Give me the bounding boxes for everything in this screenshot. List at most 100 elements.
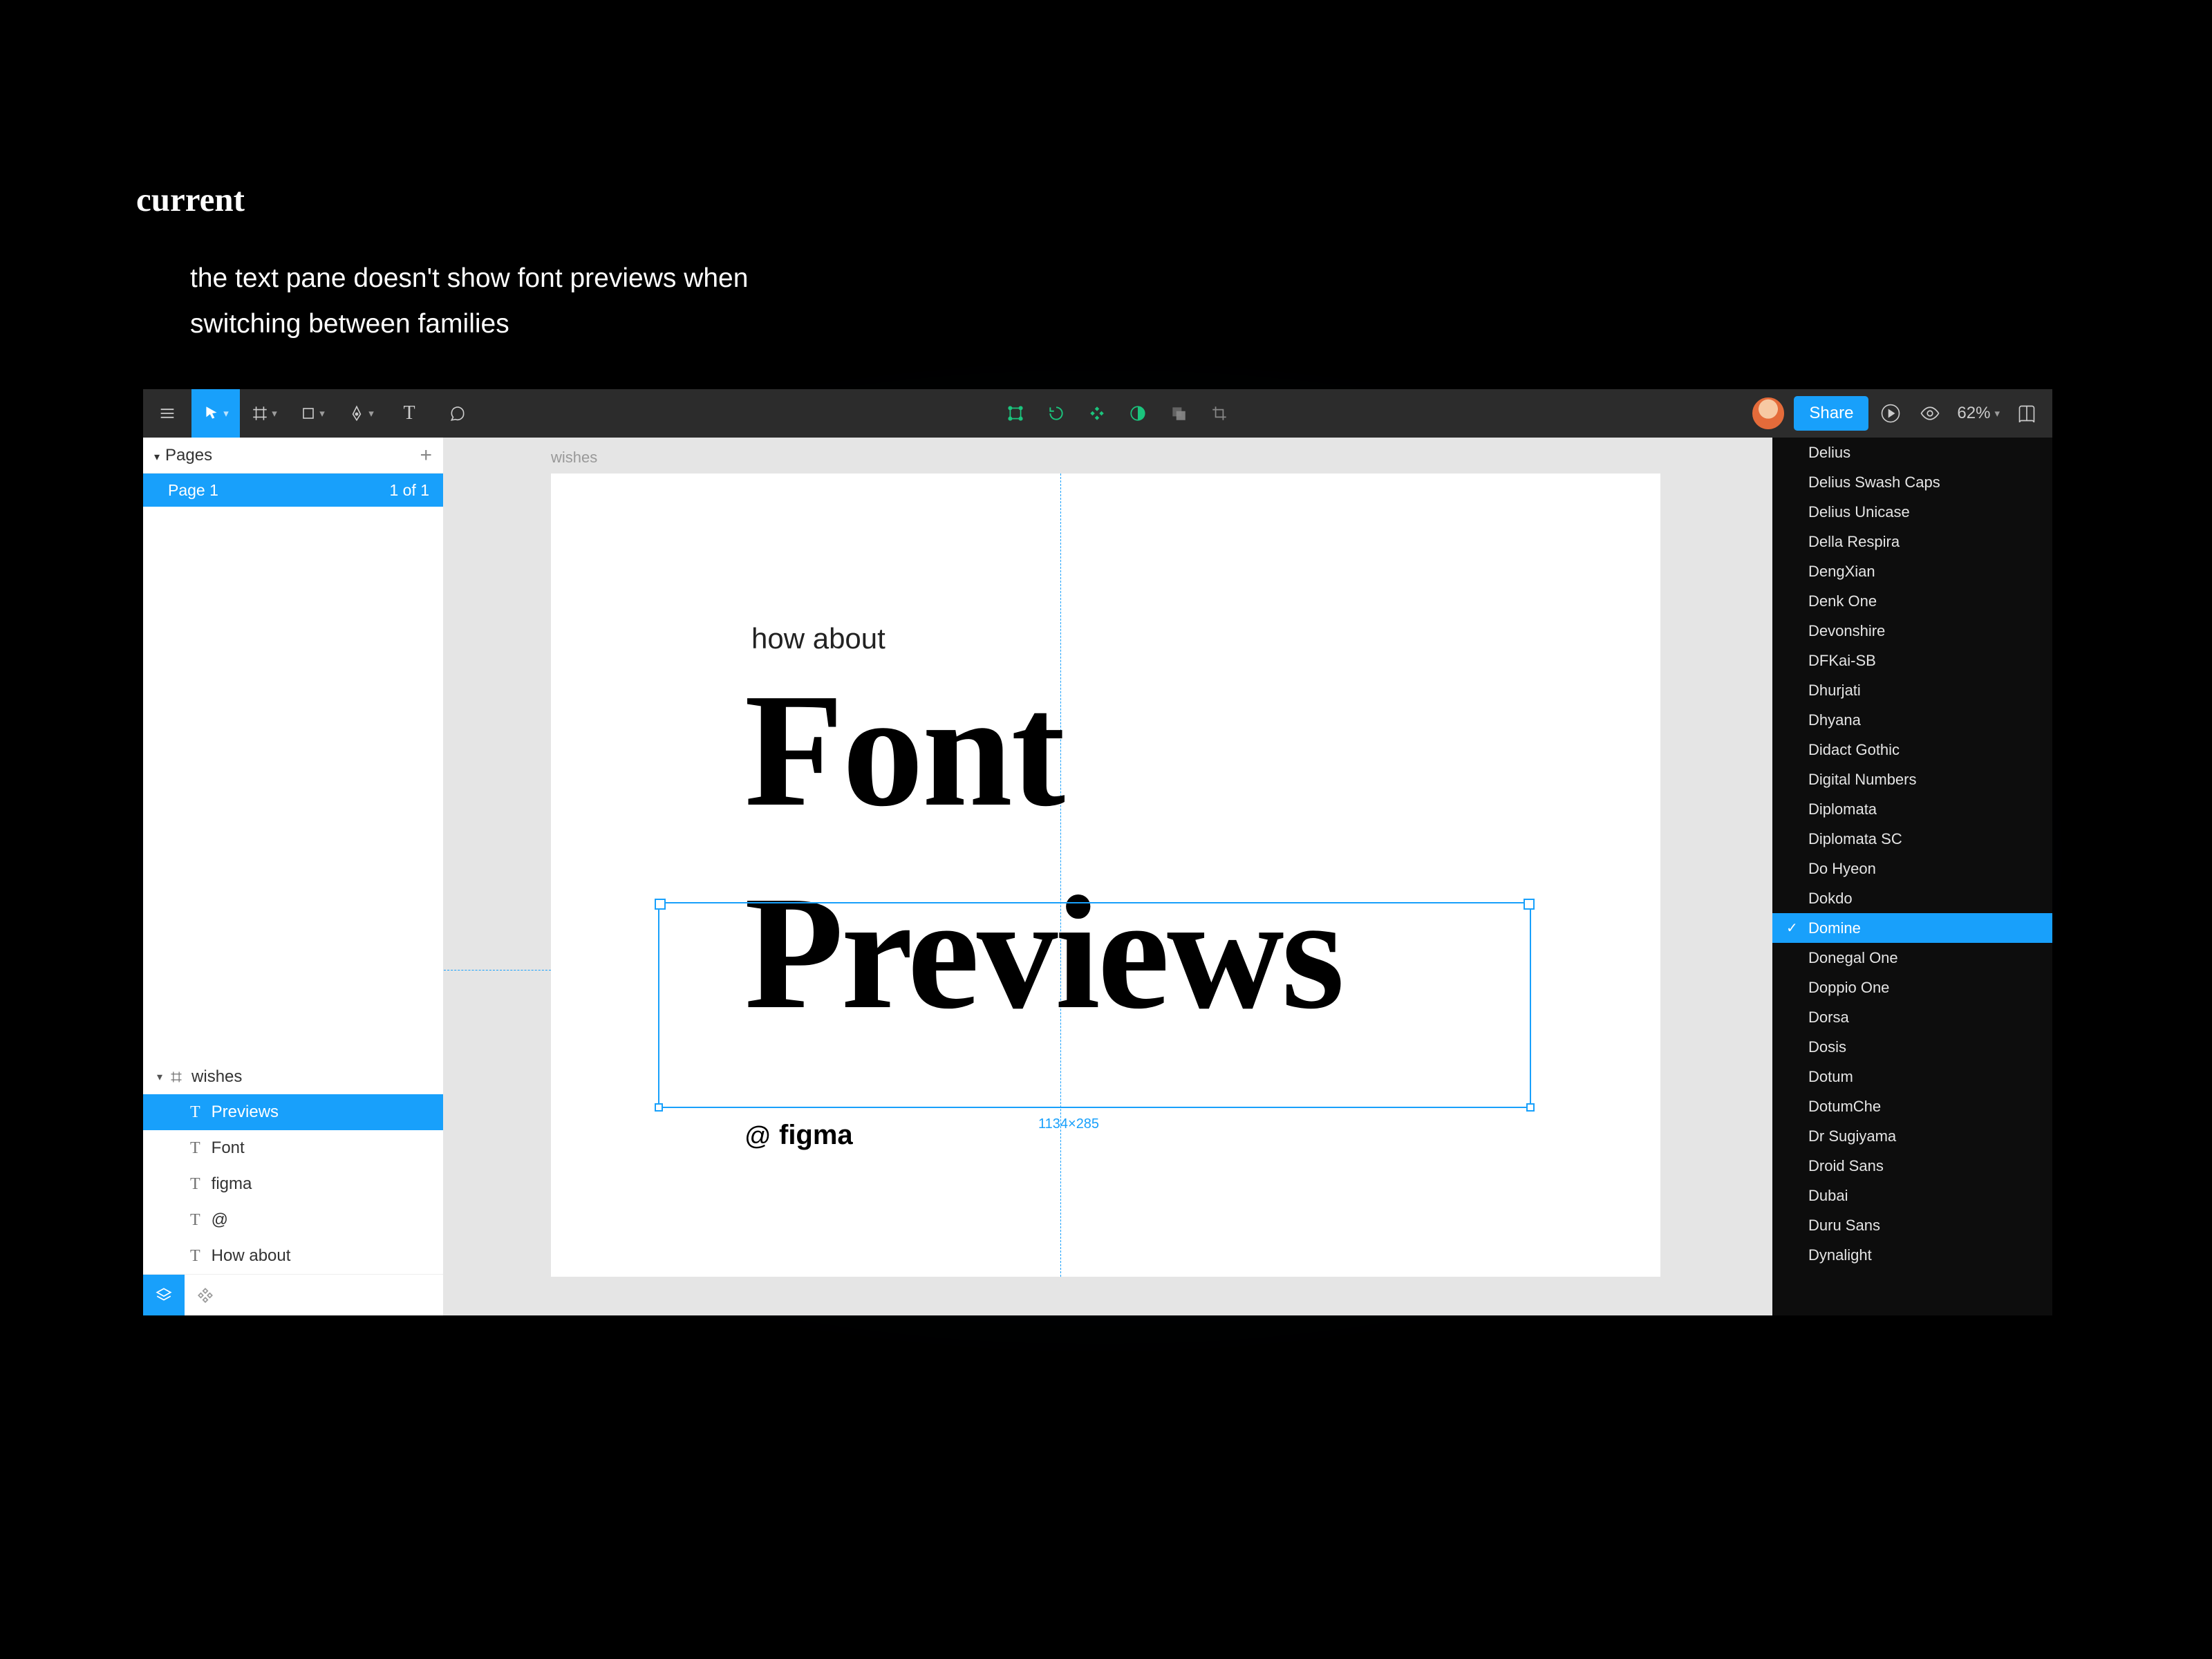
pen-icon <box>348 404 366 422</box>
text-layer-icon: T <box>190 1211 200 1230</box>
component-icon[interactable] <box>1088 404 1106 422</box>
text-font[interactable]: Font <box>744 657 1064 843</box>
pages-header[interactable]: ▾ Pages + <box>143 438 443 474</box>
font-option[interactable]: Domine <box>1772 913 2052 943</box>
text-at[interactable]: @ <box>744 1122 771 1152</box>
frame-row[interactable]: ▾ wishes <box>143 1060 443 1094</box>
frame-tool[interactable]: ▾ <box>240 389 288 438</box>
font-option[interactable]: Dr Sugiyama <box>1772 1121 2052 1151</box>
layer-item[interactable]: TPreviews <box>143 1094 443 1130</box>
text-figma[interactable]: figma <box>779 1120 853 1151</box>
zoom-menu[interactable]: 62% ▾ <box>1950 404 2007 423</box>
layer-item[interactable]: TFont <box>143 1130 443 1166</box>
font-option[interactable]: DFKai-SB <box>1772 646 2052 675</box>
chevron-down-icon: ▾ <box>368 407 374 420</box>
font-option[interactable]: Droid Sans <box>1772 1151 2052 1181</box>
help-button[interactable] <box>2009 389 2044 438</box>
comment-icon <box>449 404 467 422</box>
layer-name: Font <box>212 1138 245 1158</box>
book-icon <box>2017 404 2036 423</box>
components-icon <box>196 1286 214 1304</box>
layer-item[interactable]: T How about <box>143 1238 443 1274</box>
layer-name: How about <box>212 1246 291 1266</box>
chevron-down-icon: ▾ <box>319 407 325 420</box>
artboard[interactable]: how about Font Previews 1134×285 @ figma <box>551 474 1660 1277</box>
font-option[interactable]: Dokdo <box>1772 883 2052 913</box>
present-button[interactable] <box>1871 389 1910 438</box>
play-icon <box>1880 403 1901 424</box>
text-tool[interactable]: T <box>385 389 433 438</box>
page-item[interactable]: Page 1 1 of 1 <box>143 474 443 507</box>
font-option[interactable]: Duru Sans <box>1772 1210 2052 1240</box>
layers-tab[interactable] <box>143 1275 185 1315</box>
font-option[interactable]: Donegal One <box>1772 943 2052 973</box>
comment-tool[interactable] <box>433 389 482 438</box>
selection-box[interactable] <box>658 902 1531 1108</box>
move-tool[interactable]: ▾ <box>191 389 240 438</box>
font-option[interactable]: Delius Swash Caps <box>1772 467 2052 497</box>
layer-item[interactable]: T@ <box>143 1202 443 1238</box>
left-footer <box>143 1274 443 1315</box>
font-option[interactable]: Dotum <box>1772 1062 2052 1091</box>
layers-panel: ▾ Pages + Page 1 1 of 1 ▾ wishes <box>143 438 444 1315</box>
assets-tab[interactable] <box>185 1275 226 1315</box>
pen-tool[interactable]: ▾ <box>337 389 385 438</box>
layers-icon <box>155 1286 173 1304</box>
shape-tool[interactable]: ▾ <box>288 389 337 438</box>
frame-name: wishes <box>191 1067 242 1087</box>
figma-app-window: ▾ ▾ ▾ ▾ T <box>143 389 2052 1315</box>
app-columns: ▾ Pages + Page 1 1 of 1 ▾ wishes <box>143 438 2052 1315</box>
layer-name: figma <box>212 1174 252 1194</box>
text-layer-icon: T <box>190 1247 200 1266</box>
font-option[interactable]: Dubai <box>1772 1181 2052 1210</box>
text-layer-icon: T <box>190 1175 200 1194</box>
font-option[interactable]: DengXian <box>1772 556 2052 586</box>
mask-icon[interactable] <box>1129 404 1147 422</box>
layer-item[interactable]: Tfigma <box>143 1166 443 1202</box>
font-option[interactable]: Dhurjati <box>1772 675 2052 705</box>
layer-name: Previews <box>212 1103 279 1122</box>
font-option[interactable]: Diplomata SC <box>1772 824 2052 854</box>
caret-down-icon: ▾ <box>154 451 160 463</box>
font-option[interactable]: Dosis <box>1772 1032 2052 1062</box>
font-option[interactable]: Dhyana <box>1772 705 2052 735</box>
canvas[interactable]: wishes how about Font Previews 1134×285 … <box>444 438 1772 1315</box>
caret-down-icon: ▾ <box>157 1070 162 1084</box>
union-icon[interactable] <box>1170 404 1188 422</box>
add-page-button[interactable]: + <box>420 444 432 467</box>
font-option[interactable]: Do Hyeon <box>1772 854 2052 883</box>
canvas-frame-label[interactable]: wishes <box>551 449 597 467</box>
font-option[interactable]: Dynalight <box>1772 1240 2052 1270</box>
font-family-dropdown[interactable]: DeliusDelius Swash CapsDelius UnicaseDel… <box>1772 438 2052 1315</box>
font-option[interactable]: Delius Unicase <box>1772 497 2052 527</box>
properties-panel: DeliusDelius Swash CapsDelius UnicaseDel… <box>1772 438 2052 1315</box>
edit-object-icon[interactable] <box>1006 404 1024 422</box>
font-option[interactable]: Devonshire <box>1772 616 2052 646</box>
page-name: Page 1 <box>168 481 218 500</box>
font-option[interactable]: Denk One <box>1772 586 2052 616</box>
pages-label: Pages <box>165 446 212 465</box>
cursor-icon <box>203 404 221 422</box>
view-settings-button[interactable] <box>1913 389 1947 438</box>
slide-caption: the text pane doesn't show font previews… <box>190 256 812 346</box>
text-how-about[interactable]: how about <box>751 622 885 655</box>
reset-icon[interactable] <box>1047 404 1065 422</box>
font-option[interactable]: Digital Numbers <box>1772 765 2052 794</box>
font-option[interactable]: Della Respira <box>1772 527 2052 556</box>
frame-icon <box>251 404 269 422</box>
crop-icon[interactable] <box>1210 404 1228 422</box>
font-option[interactable]: Doppio One <box>1772 973 2052 1002</box>
share-button[interactable]: Share <box>1794 396 1868 431</box>
font-option[interactable]: Dorsa <box>1772 1002 2052 1032</box>
font-option[interactable]: Delius <box>1772 438 2052 467</box>
menu-button[interactable] <box>143 389 191 438</box>
user-avatar[interactable] <box>1752 397 1784 429</box>
font-option[interactable]: Diplomata <box>1772 794 2052 824</box>
top-toolbar: ▾ ▾ ▾ ▾ T <box>143 389 2052 438</box>
zoom-level: 62% <box>1957 404 1990 423</box>
font-option[interactable]: DotumChe <box>1772 1091 2052 1121</box>
chevron-down-icon: ▾ <box>223 407 229 420</box>
chevron-down-icon: ▾ <box>272 407 277 420</box>
eye-icon <box>1920 403 1940 424</box>
font-option[interactable]: Didact Gothic <box>1772 735 2052 765</box>
